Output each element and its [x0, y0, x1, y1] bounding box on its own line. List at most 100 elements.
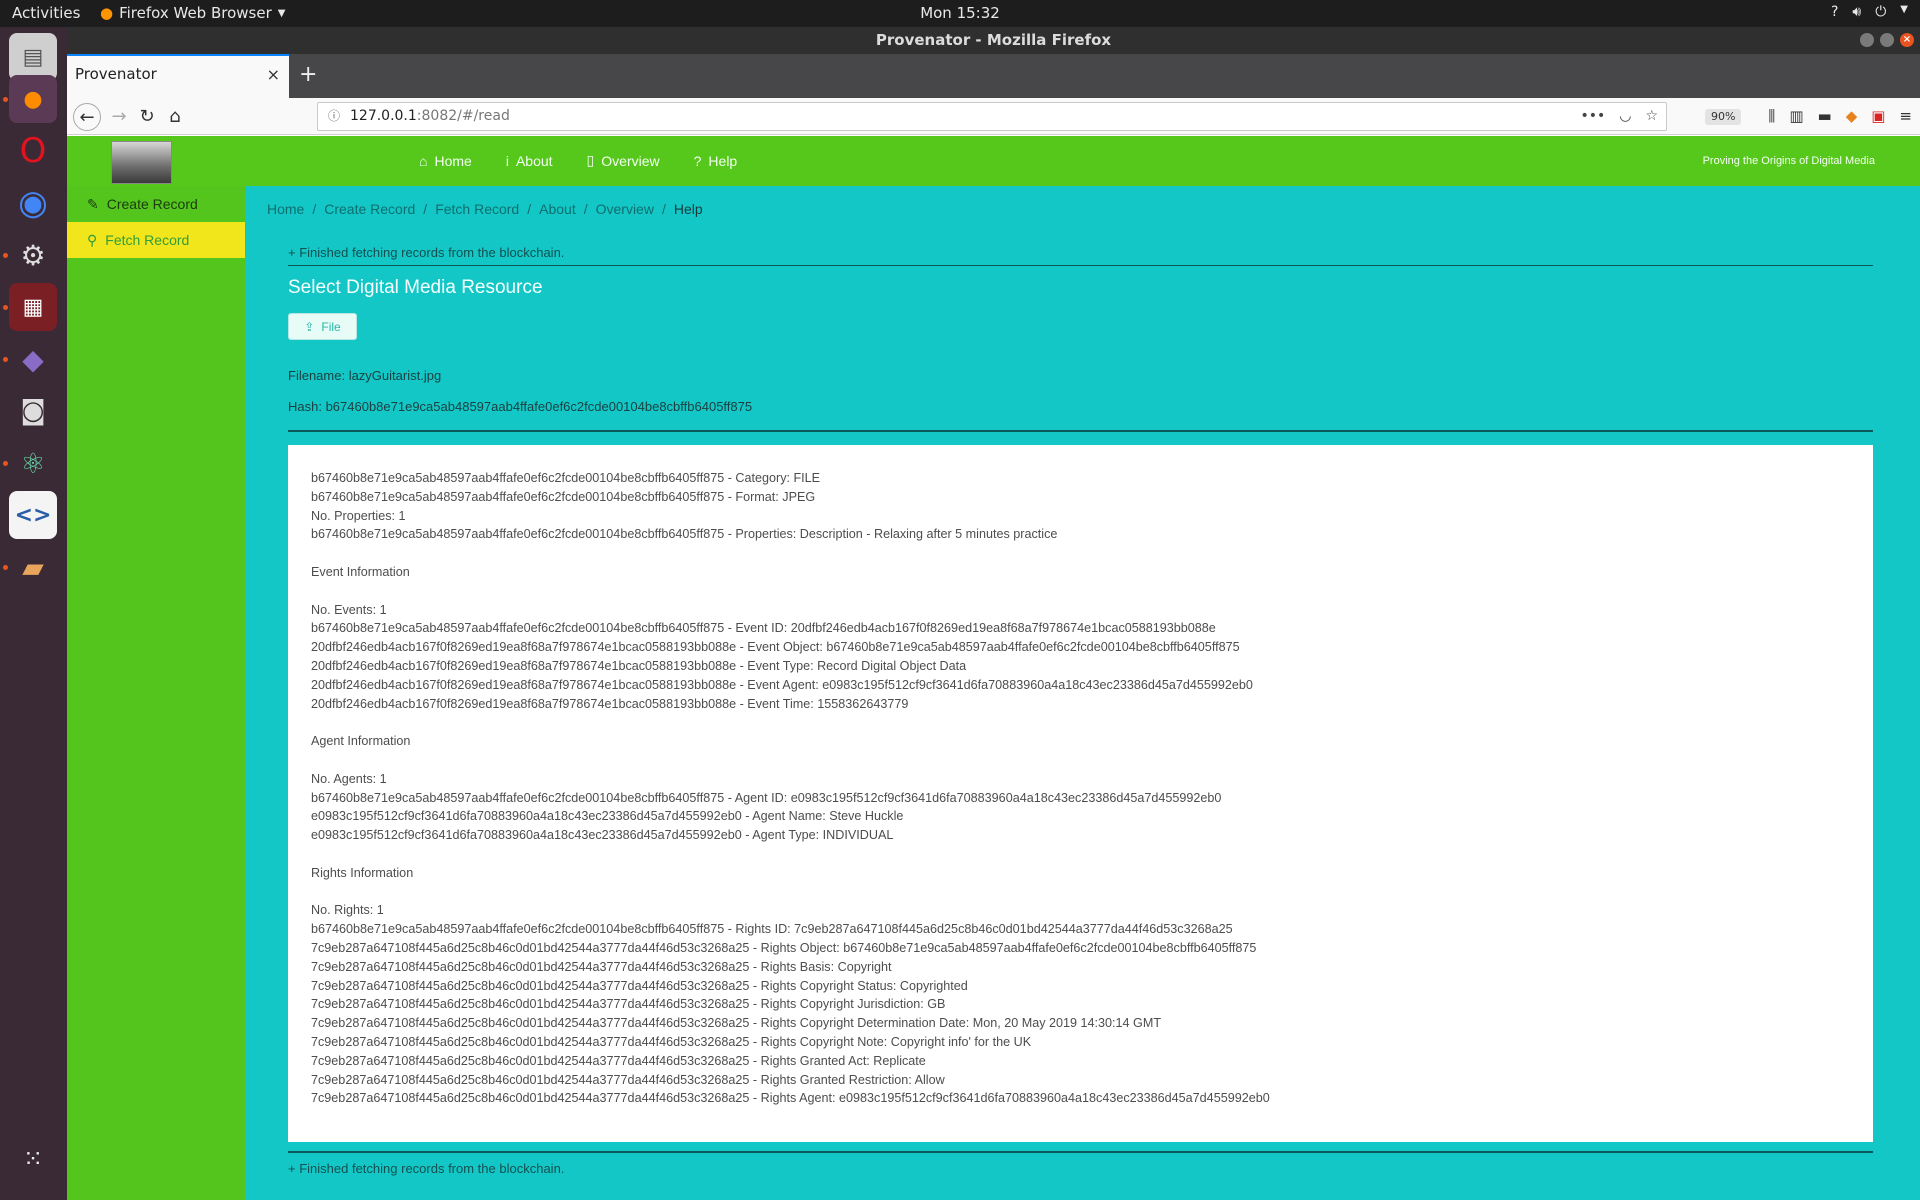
running-indicator: [3, 305, 8, 310]
bookmark-star-icon[interactable]: ☆: [1645, 103, 1658, 130]
result-line: 7c9eb287a647108f445a6d25c8b46c0d01bd4254…: [311, 1016, 1162, 1031]
running-indicator: [3, 357, 8, 362]
reload-icon[interactable]: ↻: [133, 103, 161, 131]
result-line: No. Agents: 1: [311, 771, 387, 786]
result-line: Rights Information: [311, 865, 414, 880]
running-indicator: [3, 461, 8, 466]
result-line: Agent Information: [311, 734, 411, 749]
firefox-icon[interactable]: ●: [9, 75, 57, 123]
package-icon[interactable]: ▰: [9, 543, 57, 591]
site-logo[interactable]: [111, 141, 172, 184]
nav-home-label: Home: [434, 152, 472, 169]
network-icon[interactable]: ?: [1831, 4, 1838, 20]
volume-icon[interactable]: 🔊︎: [1852, 4, 1861, 20]
home-icon: ⌂: [419, 152, 428, 169]
library-icon[interactable]: ⫼: [1768, 107, 1775, 125]
pencil-icon: ✎: [87, 195, 99, 212]
result-line: 7c9eb287a647108f445a6d25c8b46c0d01bd4254…: [311, 978, 968, 993]
status-message-bottom[interactable]: + Finished fetching records from the blo…: [288, 1161, 564, 1176]
result-spacer: [311, 582, 1850, 601]
result-line: No. Properties: 1: [311, 508, 406, 523]
show-apps-icon[interactable]: ⁙: [9, 1135, 57, 1183]
result-line: b67460b8e71e9ca5ab48597aab4ffafe0ef6c2fc…: [311, 489, 816, 504]
settings-tool-icon[interactable]: ⚙: [9, 231, 57, 279]
pocket-icon[interactable]: ◡: [1619, 103, 1631, 130]
result-spacer: [311, 845, 1850, 864]
address-bar[interactable]: ⓘ 127.0.0.1:8082/#/read 90% ••• ◡ ☆: [317, 102, 1742, 131]
nav-overview[interactable]: ▯ Overview: [587, 152, 660, 169]
nav-overview-label: Overview: [601, 152, 660, 169]
red-extension-icon[interactable]: ▣: [1871, 107, 1885, 125]
nav-about[interactable]: i About: [506, 152, 553, 169]
new-tab-button[interactable]: +: [299, 62, 317, 87]
activities-button[interactable]: Activities: [12, 4, 80, 22]
nav-help-label: Help: [708, 152, 738, 169]
fox-extension-icon[interactable]: ◆: [1846, 107, 1858, 125]
zoom-indicator[interactable]: 90%: [1705, 109, 1742, 125]
git-icon[interactable]: ◆: [9, 335, 57, 383]
maximize-icon[interactable]: [1880, 33, 1894, 47]
chevron-down-icon[interactable]: ▼: [1900, 4, 1908, 20]
close-icon[interactable]: ×: [267, 65, 280, 84]
result-spacer: [311, 713, 1850, 732]
forward-icon[interactable]: →: [105, 103, 133, 131]
page-actions-icon[interactable]: •••: [1580, 103, 1605, 130]
sidebar-item-label: Create Record: [106, 196, 198, 212]
firefox-window: Provenator - Mozilla Firefox × Provenato…: [67, 27, 1920, 1200]
plus-icon: +: [288, 245, 296, 260]
nav-home[interactable]: ⌂ Home: [419, 152, 472, 169]
result-line: No. Events: 1: [311, 602, 387, 617]
status-message-top[interactable]: + Finished fetching records from the blo…: [288, 245, 564, 260]
site-header: ⌂ Home i About ▯ Overview ? Help Proving the…: [67, 136, 1920, 186]
site-tagline: Proving the Origins of Digital Media: [1702, 155, 1875, 167]
system-top-bar: Activities ● Firefox Web Browser ▼ Mon 1…: [0, 0, 1920, 27]
app-menu-label: Firefox Web Browser: [119, 4, 272, 22]
sidebar-toggle-icon[interactable]: ▥: [1789, 107, 1803, 125]
url-path: :8082/#/read: [416, 108, 510, 124]
nav-help[interactable]: ? Help: [694, 152, 738, 169]
result-line: b67460b8e71e9ca5ab48597aab4ffafe0ef6c2fc…: [311, 621, 1216, 636]
clock[interactable]: Mon 15:32: [920, 4, 1000, 22]
browser-tab[interactable]: Provenator ×: [67, 54, 289, 98]
sidebar-item-create-record[interactable]: ✎ Create Record: [67, 186, 245, 222]
app-menu[interactable]: ● Firefox Web Browser ▼: [100, 4, 285, 22]
result-line: 7c9eb287a647108f445a6d25c8b46c0d01bd4254…: [311, 1053, 926, 1068]
result-line: b67460b8e71e9ca5ab48597aab4ffafe0ef6c2fc…: [311, 790, 1222, 805]
result-line: b67460b8e71e9ca5ab48597aab4ffafe0ef6c2fc…: [311, 471, 821, 485]
breadcrumb-create-record[interactable]: Create Record: [324, 201, 415, 217]
extension-icon[interactable]: ▬: [1818, 107, 1832, 125]
menu-icon[interactable]: ≡: [1899, 107, 1912, 125]
atom-icon[interactable]: ⚛: [9, 439, 57, 487]
sidebar: ✎ Create Record ⚲ Fetch Record: [67, 186, 245, 1200]
result-line: b67460b8e71e9ca5ab48597aab4ffafe0ef6c2fc…: [311, 527, 1058, 542]
code-editor-icon[interactable]: <>: [9, 491, 57, 539]
breadcrumb-overview[interactable]: Overview: [596, 201, 654, 217]
breadcrumb-home[interactable]: Home: [267, 201, 304, 217]
file-upload-button[interactable]: ⇪ File: [288, 313, 357, 340]
close-icon[interactable]: ×: [1900, 33, 1914, 47]
breadcrumb-about[interactable]: About: [539, 201, 576, 217]
result-line: Event Information: [311, 564, 410, 579]
minimize-icon[interactable]: [1860, 33, 1874, 47]
home-icon[interactable]: ⌂: [161, 103, 189, 131]
result-line: b67460b8e71e9ca5ab48597aab4ffafe0ef6c2fc…: [311, 922, 1233, 937]
camera-icon[interactable]: ◙: [9, 387, 57, 435]
result-line: No. Rights: 1: [311, 903, 384, 918]
info-icon[interactable]: ⓘ: [328, 103, 340, 130]
back-icon[interactable]: ←: [73, 103, 101, 131]
tab-strip: Provenator × +: [67, 54, 1920, 98]
result-line: 7c9eb287a647108f445a6d25c8b46c0d01bd4254…: [311, 1091, 1270, 1106]
plus-icon: +: [288, 1161, 296, 1176]
sidebar-item-label: Fetch Record: [105, 232, 190, 248]
divider: [288, 265, 1873, 266]
sidebar-item-fetch-record[interactable]: ⚲ Fetch Record: [67, 222, 245, 258]
terminal-app-icon[interactable]: ▦: [9, 283, 57, 331]
system-tray[interactable]: ? 🔊︎ ⏻ ▼: [1831, 4, 1908, 20]
power-icon[interactable]: ⏻: [1875, 4, 1886, 20]
page-viewport: ⌂ Home i About ▯ Overview ? Help Proving the…: [67, 136, 1920, 1200]
breadcrumb: Home / Create Record / Fetch Record / About…: [267, 201, 703, 217]
files-icon[interactable]: ▤: [9, 33, 57, 81]
opera-icon[interactable]: O: [9, 127, 57, 175]
breadcrumb-fetch-record[interactable]: Fetch Record: [435, 201, 519, 217]
chrome-icon[interactable]: ◉: [9, 179, 57, 227]
